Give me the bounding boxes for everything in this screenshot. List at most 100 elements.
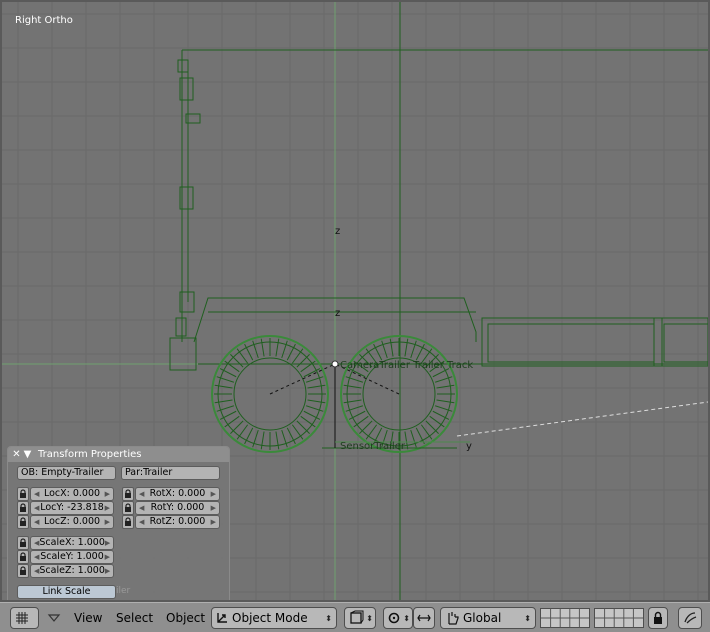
bed-post	[653, 317, 663, 367]
tread-spoke	[291, 348, 304, 364]
dropdown-triangle-icon	[47, 614, 61, 622]
lock-icon[interactable]	[17, 501, 29, 515]
dropdown-arrow-icon: ⬍	[524, 613, 531, 623]
trailer-bed	[481, 317, 708, 367]
select-menu[interactable]: Select	[116, 607, 153, 629]
lock-icon[interactable]	[17, 550, 29, 564]
tread-spoke	[236, 348, 249, 364]
dropdown-arrow-icon: ⬍	[325, 613, 332, 623]
editor-type-button[interactable]	[10, 607, 39, 629]
collapse-triangle-icon[interactable]: ▼	[22, 449, 33, 460]
scalez-field[interactable]: ◀ ScaleZ: 1.000 ▶	[30, 564, 114, 578]
pivot-icon	[388, 612, 400, 624]
locx-field[interactable]: ◀ LocX: 0.000 ▶	[30, 487, 114, 501]
tread-spoke	[425, 420, 439, 434]
increment-arrow-icon[interactable]: ▶	[105, 502, 110, 514]
snap-toggle[interactable]	[413, 607, 435, 629]
rotz-field[interactable]: ◀ RotZ: 0.000 ▶	[135, 515, 220, 529]
transform-properties-panel[interactable]: ✕ ▼ Transform Properties OB: Empty-Trail…	[7, 446, 230, 600]
mode-icon	[217, 613, 227, 623]
increment-arrow-icon[interactable]: ▶	[105, 565, 110, 577]
increment-arrow-icon[interactable]: ▶	[211, 502, 216, 514]
snap-icon	[417, 614, 431, 622]
decrement-arrow-icon[interactable]: ◀	[139, 488, 144, 500]
panel-header[interactable]: ✕ ▼ Transform Properties	[8, 447, 229, 462]
hand-icon	[448, 612, 459, 625]
menu-toggle[interactable]	[47, 607, 61, 629]
tread-spoke	[343, 399, 362, 404]
bracket	[175, 317, 187, 337]
orientation-dropdown[interactable]: Global ⬍	[440, 607, 536, 629]
parent-field[interactable]: Par:Trailer	[121, 466, 220, 480]
view-label: Right Ortho	[15, 15, 73, 26]
increment-arrow-icon[interactable]: ▶	[105, 551, 110, 563]
tread-spoke	[236, 424, 249, 440]
roty-field[interactable]: ◀ RotY: 0.000 ▶	[135, 501, 220, 515]
lock-icon[interactable]	[17, 564, 29, 578]
increment-arrow-icon[interactable]: ▶	[105, 516, 110, 528]
draw-type-dropdown[interactable]: ⬍	[344, 607, 376, 629]
decrement-arrow-icon[interactable]: ◀	[34, 516, 39, 528]
locy-field[interactable]: ◀ LocY: -23.818 ▶	[30, 501, 114, 515]
tread-spoke	[404, 431, 409, 450]
tread-spoke	[296, 420, 310, 434]
lock-icon[interactable]	[17, 515, 29, 529]
tread-spoke	[260, 431, 265, 450]
tread-spoke	[296, 354, 310, 368]
decrement-arrow-icon[interactable]: ◀	[34, 551, 39, 563]
background-label-fragment: iler	[116, 586, 131, 596]
decrement-arrow-icon[interactable]: ◀	[34, 488, 39, 500]
lock-icon[interactable]	[122, 501, 134, 515]
close-icon[interactable]: ✕	[11, 449, 22, 460]
tread-spoke	[224, 360, 240, 373]
tread-spoke	[436, 399, 455, 404]
pivot-dropdown[interactable]: ⬍	[383, 607, 413, 629]
increment-arrow-icon[interactable]: ▶	[105, 488, 110, 500]
tread-spoke	[307, 399, 326, 404]
lock-icon[interactable]	[17, 487, 29, 501]
object-origin	[331, 360, 339, 368]
object-name-field[interactable]: OB: Empty-Trailer	[17, 466, 116, 480]
scalex-field[interactable]: ◀ ScaleX: 1.000 ▶	[30, 536, 114, 550]
layers-icon	[595, 608, 643, 628]
increment-arrow-icon[interactable]: ▶	[211, 488, 216, 500]
tread-spoke	[359, 420, 373, 434]
tread-spoke	[291, 424, 304, 440]
layer-buttons-b[interactable]	[594, 608, 644, 628]
link-scale-button[interactable]: Link Scale	[17, 585, 116, 599]
trailer-bed-panel	[487, 323, 655, 363]
lock-layers-button[interactable]	[648, 607, 668, 629]
z-axis-label: z	[335, 308, 340, 319]
lock-icon[interactable]	[17, 536, 29, 550]
mode-dropdown[interactable]: Object Mode ⬍	[211, 607, 337, 629]
rotx-field[interactable]: ◀ RotX: 0.000 ▶	[135, 487, 220, 501]
object-menu[interactable]: Object	[166, 607, 205, 629]
lock-icon[interactable]	[122, 487, 134, 501]
layer-buttons-a[interactable]	[540, 608, 590, 628]
3d-viewport[interactable]: z z y CameraTrailer Trailer Track SensorTrai…	[0, 0, 710, 602]
tread-spoke	[230, 354, 244, 368]
dropdown-arrow-icon: ⬍	[403, 613, 410, 623]
grid-icon	[16, 612, 28, 624]
decrement-arrow-icon[interactable]: ◀	[139, 516, 144, 528]
decrement-arrow-icon[interactable]: ◀	[139, 502, 144, 514]
render-icon	[684, 612, 697, 624]
bracket	[177, 59, 189, 73]
scaley-field[interactable]: ◀ ScaleY: 1.000 ▶	[30, 550, 114, 564]
decrement-arrow-icon[interactable]: ◀	[34, 502, 39, 514]
draw-type-icon	[350, 610, 364, 624]
object-name-label: CameraTrailer Trailer Track	[340, 360, 473, 371]
locz-field[interactable]: ◀ LocZ: 0.000 ▶	[30, 515, 114, 529]
tread-spoke	[300, 360, 316, 373]
view-menu[interactable]: View	[74, 607, 102, 629]
z-axis-label: z	[335, 226, 340, 237]
increment-arrow-icon[interactable]: ▶	[211, 516, 216, 528]
tread-spoke	[420, 424, 433, 440]
render-button[interactable]	[678, 607, 702, 629]
tread-spoke	[230, 420, 244, 434]
dropdown-arrow-icon: ⬍	[366, 613, 373, 623]
lock-icon[interactable]	[122, 515, 134, 529]
layers-icon	[541, 608, 589, 628]
increment-arrow-icon[interactable]: ▶	[105, 537, 110, 549]
tread-spoke	[214, 399, 233, 404]
